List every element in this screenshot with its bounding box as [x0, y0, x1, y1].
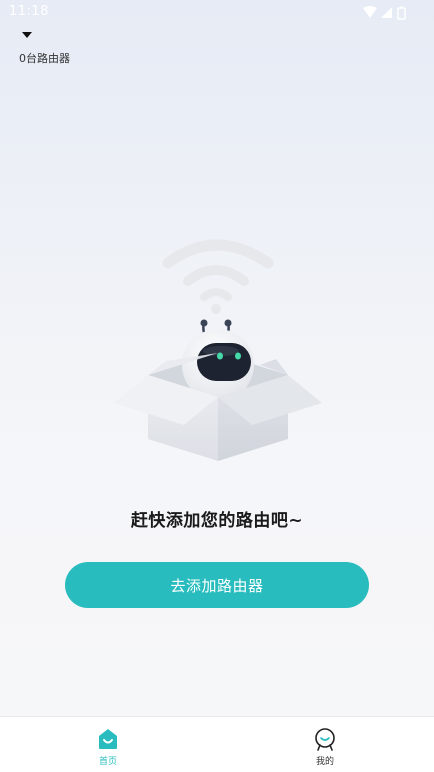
profile-icon	[315, 728, 335, 751]
wifi-icon	[363, 6, 377, 18]
empty-state-illustration	[110, 235, 324, 465]
status-time: 11:18	[9, 4, 49, 19]
bottom-tab-bar: 首页 我的	[0, 716, 434, 772]
header: 0台路由器	[0, 24, 434, 68]
add-router-button[interactable]: 去添加路由器	[65, 562, 369, 608]
tab-mine-label: 我的	[315, 757, 334, 767]
empty-state-message: 赶快添加您的路由吧~	[130, 511, 304, 531]
status-bar: 11:18	[0, 0, 434, 24]
tab-home[interactable]: 首页	[63, 717, 153, 772]
router-count-label[interactable]: 0台路由器	[19, 50, 70, 66]
home-icon	[99, 729, 117, 749]
tab-home-label: 首页	[98, 757, 117, 767]
cellular-signal-icon	[381, 7, 392, 18]
status-icons	[362, 5, 410, 20]
battery-icon	[397, 6, 406, 20]
tab-mine[interactable]: 我的	[280, 717, 370, 772]
wifi-signal-icon	[162, 239, 274, 314]
caret-down-icon[interactable]	[22, 32, 32, 38]
